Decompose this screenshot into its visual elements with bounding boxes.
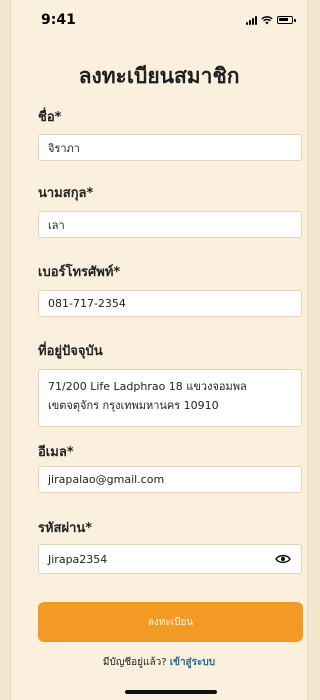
first-name-label: ชื่อ* [38, 110, 62, 125]
first-name-input[interactable]: จิราภา [38, 134, 302, 161]
page-title: ลงทะเบียนสมาชิก [78, 64, 240, 88]
login-prompt-text: มีบัญชีอยู่แล้ว? [102, 657, 167, 668]
first-name-value: จิราภา [48, 141, 80, 155]
phone-value: 081-717-2354 [48, 297, 126, 310]
login-link[interactable]: เข้าสู่ระบบ [170, 657, 215, 668]
last-name-input[interactable]: เลา [38, 211, 302, 238]
status-icons [246, 15, 296, 25]
phone-input[interactable]: 081-717-2354 [38, 290, 302, 317]
password-input[interactable]: Jirapa2354 [38, 544, 302, 574]
email-value: jirapalao@gmail.com [48, 473, 165, 486]
phone-label: เบอร์โทรศัพท์* [38, 265, 121, 280]
status-bar: 9:41 [11, 0, 307, 40]
signal-icon [246, 15, 257, 25]
battery-icon [277, 16, 296, 24]
register-button[interactable]: ลงทะเบียน [38, 602, 303, 642]
address-label: ที่อยู่ปัจจุบัน [38, 344, 103, 359]
email-label: อีเมล* [38, 445, 74, 460]
last-name-label: นามสกุล* [38, 186, 94, 201]
home-indicator[interactable] [125, 690, 217, 694]
status-time: 9:41 [41, 12, 76, 28]
last-name-value: เลา [48, 218, 65, 232]
phone-screen: 9:41 ลงทะเบียนสมาชิก ชื่อ* จิราภา นามสกุ… [10, 0, 308, 700]
address-input[interactable]: 71/200 Life Ladphrao 18 แขวงจอมพล เขตจตุ… [38, 369, 302, 427]
wifi-icon [261, 15, 273, 24]
password-label: รหัสผ่าน* [38, 521, 93, 536]
login-prompt: มีบัญชีอยู่แล้ว? เข้าสู่ระบบ [11, 655, 307, 670]
password-value: Jirapa2354 [48, 552, 108, 566]
email-input[interactable]: jirapalao@gmail.com [38, 466, 302, 493]
eye-icon[interactable] [275, 554, 291, 564]
